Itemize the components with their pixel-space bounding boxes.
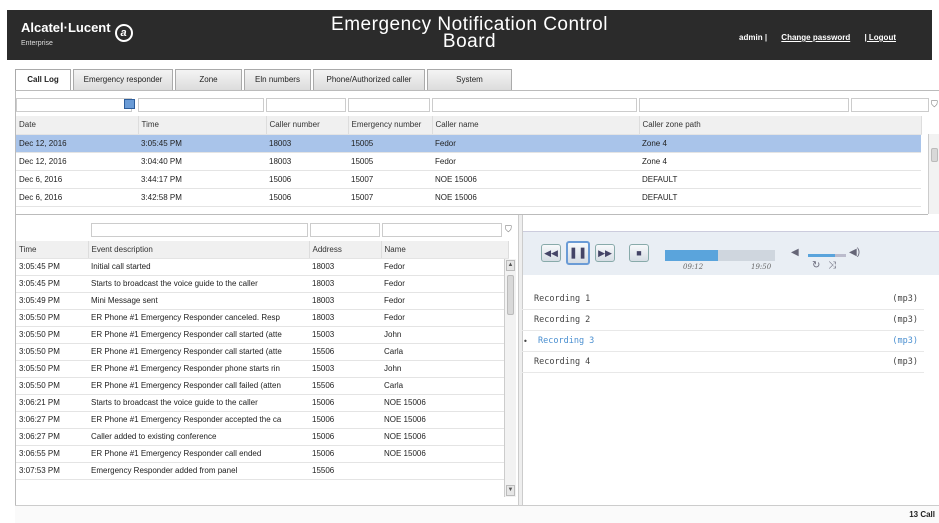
username: admin | xyxy=(739,33,768,42)
call-row[interactable]: Dec 12, 2016 3:05:45 PM 18003 15005 Fedor Zon… xyxy=(16,134,921,153)
stop-icon[interactable]: ■ xyxy=(629,244,649,262)
tab-bar: Call Log Emergency responder Zone Eln nu… xyxy=(15,69,514,91)
scroll-down-icon[interactable]: ▼ xyxy=(506,485,515,496)
time-filter-input[interactable] xyxy=(138,98,264,112)
event-row[interactable]: 3:06:27 PM ER Phone #1 Emergency Responde… xyxy=(16,411,508,429)
elapsed-time: 09:12 xyxy=(683,263,704,271)
tab-emergency-responder[interactable]: Emergency responder xyxy=(73,69,173,90)
col-time[interactable]: Time xyxy=(138,116,267,135)
recording-item[interactable]: Recording 1 (mp3) xyxy=(522,290,924,310)
event-table-header: Time Event description Address Name xyxy=(16,241,509,259)
event-row[interactable]: 3:05:45 PM Initial call started 18003 Fedor xyxy=(16,258,508,276)
shuffle-icon[interactable]: ⤨ xyxy=(828,260,836,271)
caller-name-filter-input[interactable] xyxy=(432,98,637,112)
volume-slider[interactable] xyxy=(808,254,846,257)
call-count: 13 Call xyxy=(909,510,935,519)
call-table-scroll-thumb[interactable] xyxy=(931,148,938,162)
event-table-scrollbar[interactable]: ▲ ▼ xyxy=(504,259,516,497)
event-row[interactable]: 3:05:50 PM ER Phone #1 Emergency Responde… xyxy=(16,343,508,361)
col-name[interactable]: Name xyxy=(381,241,509,259)
name-filter-input[interactable] xyxy=(382,223,502,237)
recording-item[interactable]: Recording 2 (mp3) xyxy=(522,311,924,331)
calendar-icon[interactable] xyxy=(124,99,135,109)
event-row[interactable]: 3:05:49 PM Mini Message sent 18003 Fedor xyxy=(16,292,508,310)
pause-icon[interactable]: ❚❚ xyxy=(566,241,590,265)
volume-level xyxy=(808,254,835,257)
event-table-scroll-thumb[interactable] xyxy=(507,275,514,315)
recording-item-current[interactable]: • Recording 3 (mp3) xyxy=(522,332,924,352)
event-filter-input[interactable] xyxy=(91,223,308,237)
col-caller-zone-path[interactable]: Caller zone path xyxy=(639,116,922,135)
splitter-horizontal[interactable] xyxy=(16,214,928,215)
event-row[interactable]: 3:06:27 PM Caller added to existing confe… xyxy=(16,428,508,446)
call-row[interactable]: Dec 12, 2016 3:04:40 PM 18003 15005 Fedor Zon… xyxy=(16,152,921,171)
col-caller-name[interactable]: Caller name xyxy=(432,116,640,135)
app-header: Alcatel·Lucent a Enterprise Emergency Not… xyxy=(7,10,932,60)
volume-icon[interactable]: ◀) xyxy=(849,247,860,258)
col-event-description[interactable]: Event description xyxy=(88,241,310,259)
event-row[interactable]: 3:05:50 PM ER Phone #1 Emergency Responde… xyxy=(16,309,508,327)
audio-player: ◀◀ ❚❚ ▶▶ ■ 09:12 19:50 ◀ ◀) ↻ ⤨ xyxy=(523,231,939,275)
col-event-time[interactable]: Time xyxy=(16,241,89,259)
event-row[interactable]: 3:07:53 PM Emergency Responder added from… xyxy=(16,462,508,480)
repeat-icon[interactable]: ↻ xyxy=(812,260,820,271)
playback-progress[interactable] xyxy=(665,250,775,261)
zone-path-filter-input[interactable] xyxy=(639,98,849,112)
event-filter-icon[interactable]: ⛉ xyxy=(505,224,514,234)
event-row[interactable]: 3:06:21 PM Starts to broadcast the voice … xyxy=(16,394,508,412)
address-filter-input[interactable] xyxy=(310,223,380,237)
fast-forward-icon[interactable]: ▶▶ xyxy=(595,244,615,262)
tab-phone-authorized-caller[interactable]: Phone/Authorized caller xyxy=(313,69,425,90)
col-address[interactable]: Address xyxy=(309,241,382,259)
tab-call-log[interactable]: Call Log xyxy=(15,69,71,91)
status-bar: 13 Call xyxy=(15,505,939,523)
tab-system[interactable]: System xyxy=(427,69,512,90)
event-row[interactable]: 3:06:55 PM ER Phone #1 Emergency Responde… xyxy=(16,445,508,463)
tab-zone[interactable]: Zone xyxy=(175,69,242,90)
tab-eln-numbers[interactable]: Eln numbers xyxy=(244,69,311,90)
playback-progress-fill xyxy=(665,250,718,261)
user-menu: admin | Change password | Logout xyxy=(739,33,896,42)
emergency-number-filter-input[interactable] xyxy=(348,98,430,112)
rewind-icon[interactable]: ◀◀ xyxy=(541,244,561,262)
call-table: Date Time Caller number Emergency number… xyxy=(16,116,922,207)
change-password-link[interactable]: Change password xyxy=(781,33,850,42)
event-table: Time Event description Address Name 3:05… xyxy=(16,241,509,480)
call-table-scrollbar[interactable] xyxy=(928,134,939,214)
caller-number-filter-input[interactable] xyxy=(266,98,346,112)
scroll-up-icon[interactable]: ▲ xyxy=(506,260,515,271)
date-filter-input[interactable] xyxy=(16,98,132,112)
logout-link[interactable]: | Logout xyxy=(864,33,896,42)
recording-item[interactable]: Recording 4 (mp3) xyxy=(522,353,924,373)
call-row[interactable]: Dec 6, 2016 3:44:17 PM 15006 15007 NOE 15006… xyxy=(16,170,921,189)
col-date[interactable]: Date xyxy=(16,116,139,135)
mute-icon[interactable]: ◀ xyxy=(791,247,799,258)
col-emergency-number[interactable]: Emergency number xyxy=(348,116,433,135)
extra-filter-input[interactable] xyxy=(851,98,929,112)
event-row[interactable]: 3:05:50 PM ER Phone #1 Emergency Responde… xyxy=(16,326,508,344)
call-row[interactable]: Dec 6, 2016 3:42:58 PM 15006 15007 NOE 15006… xyxy=(16,188,921,207)
event-row[interactable]: 3:05:45 PM Starts to broadcast the voice … xyxy=(16,275,508,293)
total-time: 19:50 xyxy=(751,263,772,271)
event-row[interactable]: 3:05:50 PM ER Phone #1 Emergency Responde… xyxy=(16,360,508,378)
call-table-header: Date Time Caller number Emergency number… xyxy=(16,116,922,135)
event-row[interactable]: 3:05:50 PM ER Phone #1 Emergency Responde… xyxy=(16,377,508,395)
filter-icon[interactable]: ⛉ xyxy=(931,99,939,109)
current-bullet-icon: • xyxy=(523,337,528,346)
col-caller-number[interactable]: Caller number xyxy=(266,116,349,135)
